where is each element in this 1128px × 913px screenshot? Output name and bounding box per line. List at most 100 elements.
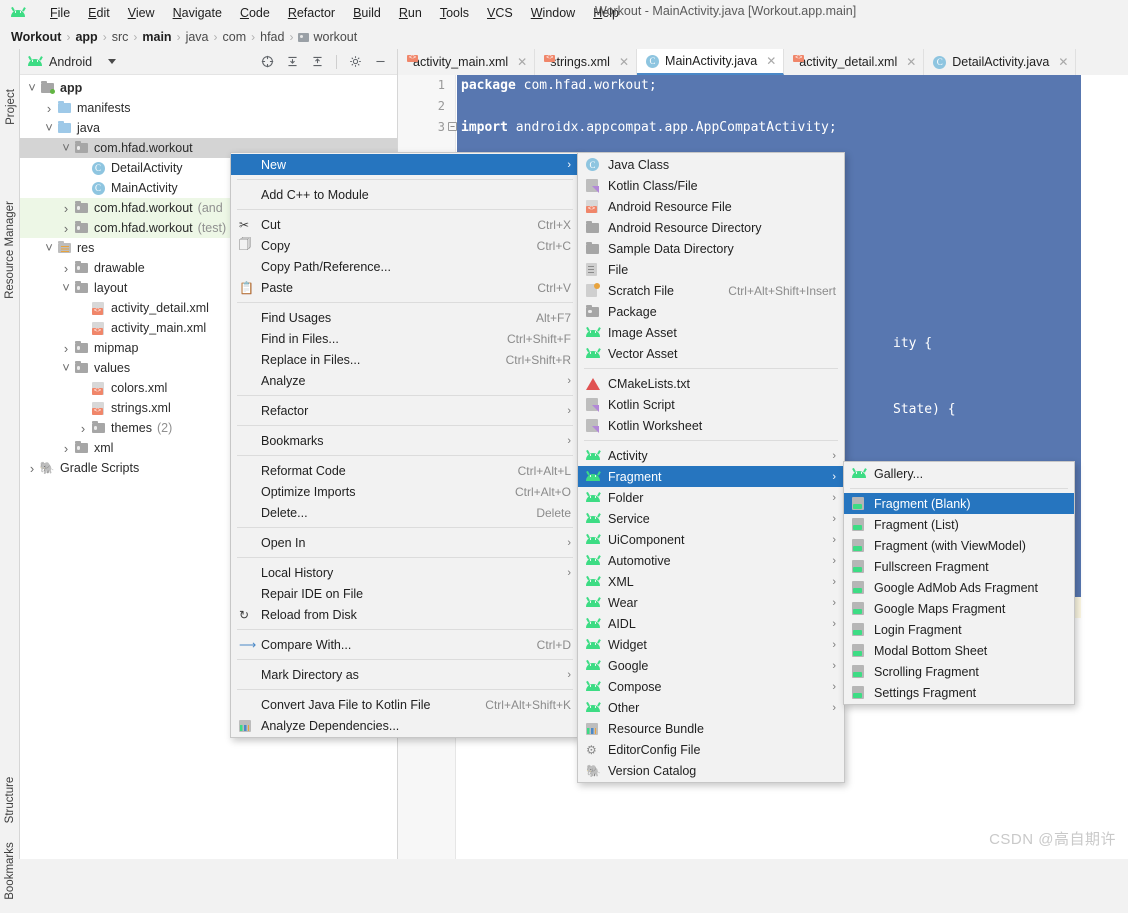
new-sample-data-directory[interactable]: Sample Data Directory <box>578 238 844 259</box>
chevron-right-icon[interactable]: › <box>60 221 72 236</box>
ctx-delete[interactable]: Delete... Delete <box>231 502 579 523</box>
menu-run[interactable]: Run <box>390 3 431 23</box>
frag-fragment-with-viewmodel[interactable]: Fragment (with ViewModel) <box>844 535 1074 556</box>
sidebar-item-resource-manager[interactable]: Resource Manager <box>4 189 16 311</box>
chevron-down-icon[interactable]: ˅ <box>60 281 72 294</box>
breadcrumb-item-com[interactable]: com <box>220 30 250 44</box>
select-opened-file-icon[interactable] <box>261 55 274 68</box>
hide-panel-icon[interactable] <box>374 55 387 68</box>
ctx-reload-from-disk[interactable]: ↻ Reload from Disk <box>231 604 579 625</box>
ctx-paste[interactable]: 📋 Paste Ctrl+V <box>231 277 579 298</box>
breadcrumb-item-main[interactable]: main <box>139 30 174 44</box>
frag-google-admob-ads-fragment[interactable]: Google AdMob Ads Fragment <box>844 577 1074 598</box>
close-icon[interactable]: ✕ <box>766 54 776 68</box>
chevron-right-icon[interactable]: › <box>60 441 72 456</box>
collapse-all-icon[interactable] <box>311 55 324 68</box>
new-kotlin-script[interactable]: Kotlin Script <box>578 394 844 415</box>
new-fragment[interactable]: Fragment › <box>578 466 844 487</box>
ctx-repair-ide-on-file[interactable]: Repair IDE on File <box>231 583 579 604</box>
new-xml[interactable]: XML › <box>578 571 844 592</box>
close-icon[interactable]: ✕ <box>1058 55 1068 69</box>
breadcrumb-item-hfad[interactable]: hfad <box>257 30 287 44</box>
tree-node[interactable]: ˅ java <box>20 118 397 138</box>
new-editorconfig-file[interactable]: ⚙ EditorConfig File <box>578 739 844 760</box>
menu-edit[interactable]: Edit <box>79 3 119 23</box>
ctx-cut[interactable]: ✂ Cut Ctrl+X <box>231 214 579 235</box>
breadcrumb-item-workout[interactable]: Workout <box>8 30 64 44</box>
new-kotlin-class-file[interactable]: Kotlin Class/File <box>578 175 844 196</box>
expand-all-icon[interactable] <box>286 55 299 68</box>
frag-fullscreen-fragment[interactable]: Fullscreen Fragment <box>844 556 1074 577</box>
breadcrumb-item-java[interactable]: java <box>183 30 212 44</box>
breadcrumb-item-app[interactable]: app <box>72 30 100 44</box>
menu-file[interactable]: File <box>41 3 79 23</box>
ctx-refactor[interactable]: Refactor › <box>231 400 579 421</box>
ctx-analyze-dependencies[interactable]: Analyze Dependencies... <box>231 715 579 736</box>
menu-code[interactable]: Code <box>231 3 279 23</box>
chevron-right-icon[interactable]: › <box>26 461 38 476</box>
ctx-add-c-to-module[interactable]: Add C++ to Module <box>231 184 579 205</box>
new-aidl[interactable]: AIDL › <box>578 613 844 634</box>
tree-node[interactable]: ˅ app <box>20 78 397 98</box>
new-wear[interactable]: Wear › <box>578 592 844 613</box>
ctx-optimize-imports[interactable]: Optimize Imports Ctrl+Alt+O <box>231 481 579 502</box>
menu-build[interactable]: Build <box>344 3 390 23</box>
ctx-find-usages[interactable]: Find Usages Alt+F7 <box>231 307 579 328</box>
ctx-local-history[interactable]: Local History › <box>231 562 579 583</box>
menu-navigate[interactable]: Navigate <box>164 3 231 23</box>
new-activity[interactable]: Activity › <box>578 445 844 466</box>
menu-refactor[interactable]: Refactor <box>279 3 344 23</box>
editor-tab-mainactivity-java[interactable]: C MainActivity.java ✕ <box>637 49 785 75</box>
frag-gallery[interactable]: Gallery... <box>844 463 1074 484</box>
chevron-right-icon[interactable]: › <box>43 101 55 116</box>
frag-scrolling-fragment[interactable]: Scrolling Fragment <box>844 661 1074 682</box>
sidebar-item-structure[interactable]: Structure <box>4 762 16 838</box>
frag-fragment-list[interactable]: Fragment (List) <box>844 514 1074 535</box>
new-compose[interactable]: Compose › <box>578 676 844 697</box>
settings-gear-icon[interactable] <box>349 55 362 68</box>
new-version-catalog[interactable]: 🐘 Version Catalog <box>578 760 844 781</box>
chevron-down-icon[interactable]: ˅ <box>43 121 55 134</box>
new-widget[interactable]: Widget › <box>578 634 844 655</box>
tree-node[interactable]: › manifests <box>20 98 397 118</box>
ctx-copy-path-reference[interactable]: Copy Path/Reference... <box>231 256 579 277</box>
ctx-analyze[interactable]: Analyze › <box>231 370 579 391</box>
new-cmakelists-txt[interactable]: CMakeLists.txt <box>578 373 844 394</box>
frag-fragment-blank[interactable]: Fragment (Blank) <box>844 493 1074 514</box>
ctx-new[interactable]: New › <box>231 154 579 175</box>
breadcrumb-item-src[interactable]: src <box>109 30 132 44</box>
ctx-copy[interactable]: 🗍 Copy Ctrl+C <box>231 235 579 256</box>
editor-tab-activity_main-xml[interactable]: activity_main.xml ✕ <box>398 49 536 75</box>
ctx-bookmarks[interactable]: Bookmarks › <box>231 430 579 451</box>
frag-google-maps-fragment[interactable]: Google Maps Fragment <box>844 598 1074 619</box>
close-icon[interactable]: ✕ <box>619 55 629 69</box>
chevron-down-icon[interactable] <box>108 59 117 64</box>
editor-tab-activity_detail-xml[interactable]: activity_detail.xml ✕ <box>784 49 925 75</box>
sidebar-item-project[interactable]: Project <box>5 76 17 138</box>
chevron-right-icon[interactable]: › <box>60 261 72 276</box>
new-package[interactable]: Package <box>578 301 844 322</box>
new-kotlin-worksheet[interactable]: Kotlin Worksheet <box>578 415 844 436</box>
new-service[interactable]: Service › <box>578 508 844 529</box>
breadcrumb-item-workout[interactable]: workout <box>295 30 360 44</box>
editor-tab-strings-xml[interactable]: strings.xml ✕ <box>535 49 638 75</box>
ctx-mark-directory-as[interactable]: Mark Directory as › <box>231 664 579 685</box>
close-icon[interactable]: ✕ <box>906 55 916 69</box>
new-file[interactable]: File <box>578 259 844 280</box>
editor-tab-detailactivity-java[interactable]: C DetailActivity.java ✕ <box>924 49 1077 75</box>
new-image-asset[interactable]: Image Asset <box>578 322 844 343</box>
menu-vcs[interactable]: VCS <box>478 3 522 23</box>
new-vector-asset[interactable]: Vector Asset <box>578 343 844 364</box>
new-automotive[interactable]: Automotive › <box>578 550 844 571</box>
new-resource-bundle[interactable]: Resource Bundle <box>578 718 844 739</box>
menu-view[interactable]: View <box>119 3 164 23</box>
code-fold-icon[interactable]: − <box>448 122 457 131</box>
chevron-right-icon[interactable]: › <box>77 421 89 436</box>
new-google[interactable]: Google › <box>578 655 844 676</box>
ctx-compare-with[interactable]: ⟶ Compare With... Ctrl+D <box>231 634 579 655</box>
ctx-reformat-code[interactable]: Reformat Code Ctrl+Alt+L <box>231 460 579 481</box>
ctx-convert-java-file-to-kotlin-file[interactable]: Convert Java File to Kotlin File Ctrl+Alt… <box>231 694 579 715</box>
new-android-resource-file[interactable]: Android Resource File <box>578 196 844 217</box>
frag-modal-bottom-sheet[interactable]: Modal Bottom Sheet <box>844 640 1074 661</box>
ctx-find-in-files[interactable]: Find in Files... Ctrl+Shift+F <box>231 328 579 349</box>
